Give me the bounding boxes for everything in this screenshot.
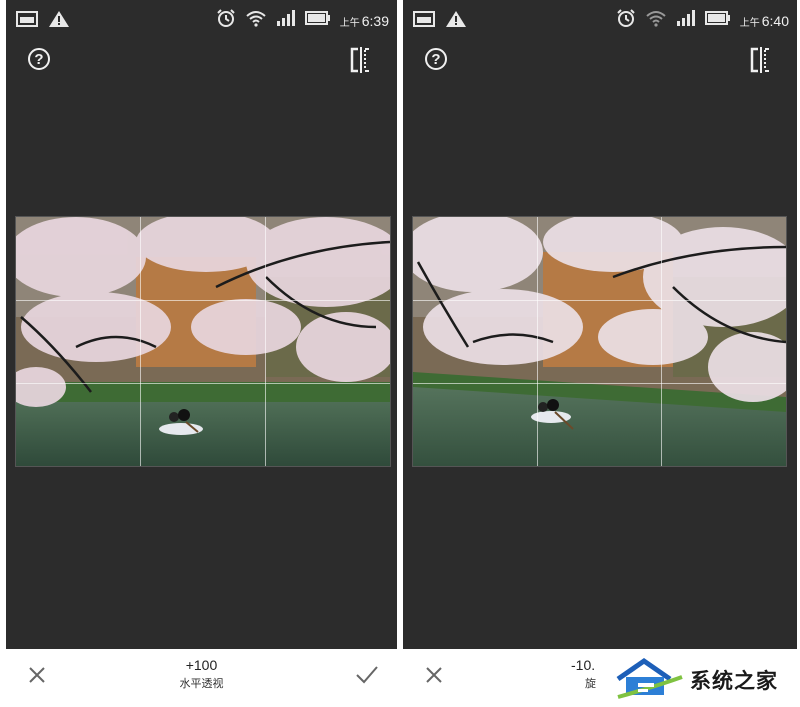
- grid-line: [16, 300, 390, 301]
- grid-line: [16, 383, 390, 384]
- grid-line: [661, 217, 662, 466]
- grid-line: [413, 383, 786, 384]
- adjust-value: +100: [185, 657, 218, 673]
- help-icon[interactable]: ?: [28, 48, 50, 70]
- watermark-text: 系统之家: [690, 670, 778, 693]
- photo-preview[interactable]: [15, 216, 391, 467]
- close-icon[interactable]: [423, 664, 445, 691]
- status-time: 上午 6:39: [339, 12, 389, 29]
- signal-icon: [676, 10, 696, 31]
- screen-left: 上午 6:39 ? +100 水平透视: [6, 0, 397, 707]
- compare-icon[interactable]: [749, 47, 771, 78]
- top-toolbar: ?: [403, 44, 797, 78]
- wifi-icon: [245, 9, 267, 32]
- warning-icon: [48, 10, 70, 33]
- check-icon[interactable]: [355, 663, 379, 690]
- adjust-readout: +100 水平透视: [6, 657, 397, 691]
- grid-line: [537, 217, 538, 466]
- house-logo-icon: [614, 657, 684, 704]
- cherry-blossom-photo: [16, 217, 390, 466]
- status-bar: 上午 6:39: [6, 0, 397, 38]
- compare-icon[interactable]: [349, 47, 371, 78]
- battery-icon: [704, 11, 731, 30]
- cherry-blossom-photo: [413, 217, 786, 466]
- battery-icon: [304, 11, 331, 30]
- signal-icon: [276, 10, 296, 31]
- top-toolbar: ?: [6, 44, 397, 78]
- status-time: 上午 6:40: [739, 12, 789, 29]
- photo-preview[interactable]: [412, 216, 787, 467]
- grid-line: [413, 300, 786, 301]
- grid-line: [265, 217, 266, 466]
- alarm-icon: [216, 9, 236, 32]
- image-notification-icon: [16, 11, 38, 32]
- image-notification-icon: [413, 11, 435, 32]
- alarm-icon: [616, 9, 636, 32]
- adjust-label: 水平透视: [179, 678, 224, 690]
- grid-line: [140, 217, 141, 466]
- warning-icon: [445, 10, 467, 33]
- status-bar: 上午 6:40: [403, 0, 797, 38]
- wifi-icon: [645, 9, 667, 32]
- bottom-bar: +100 水平透视: [6, 649, 397, 707]
- watermark: 系统之家: [608, 655, 796, 705]
- help-icon[interactable]: ?: [425, 48, 447, 70]
- screen-right: 上午 6:40 ? -10. 旋: [403, 0, 797, 707]
